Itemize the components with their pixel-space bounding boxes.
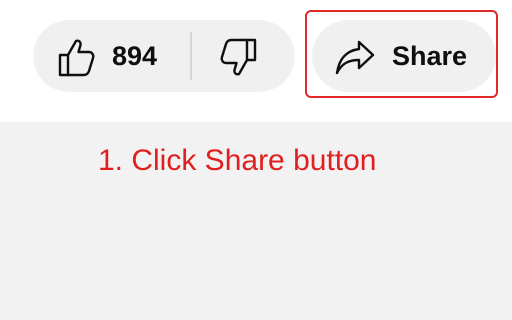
action-bar: 894 Share [0, 0, 512, 122]
like-dislike-group: 894 [33, 20, 295, 92]
like-count: 894 [112, 41, 158, 71]
like-button[interactable]: 894 [33, 20, 190, 92]
share-highlight-box [305, 10, 498, 98]
thumbs-up-icon [57, 37, 95, 77]
thumbs-down-icon [220, 38, 258, 78]
dislike-button[interactable] [192, 20, 295, 92]
instruction-text: 1. Click Share button [98, 144, 377, 177]
